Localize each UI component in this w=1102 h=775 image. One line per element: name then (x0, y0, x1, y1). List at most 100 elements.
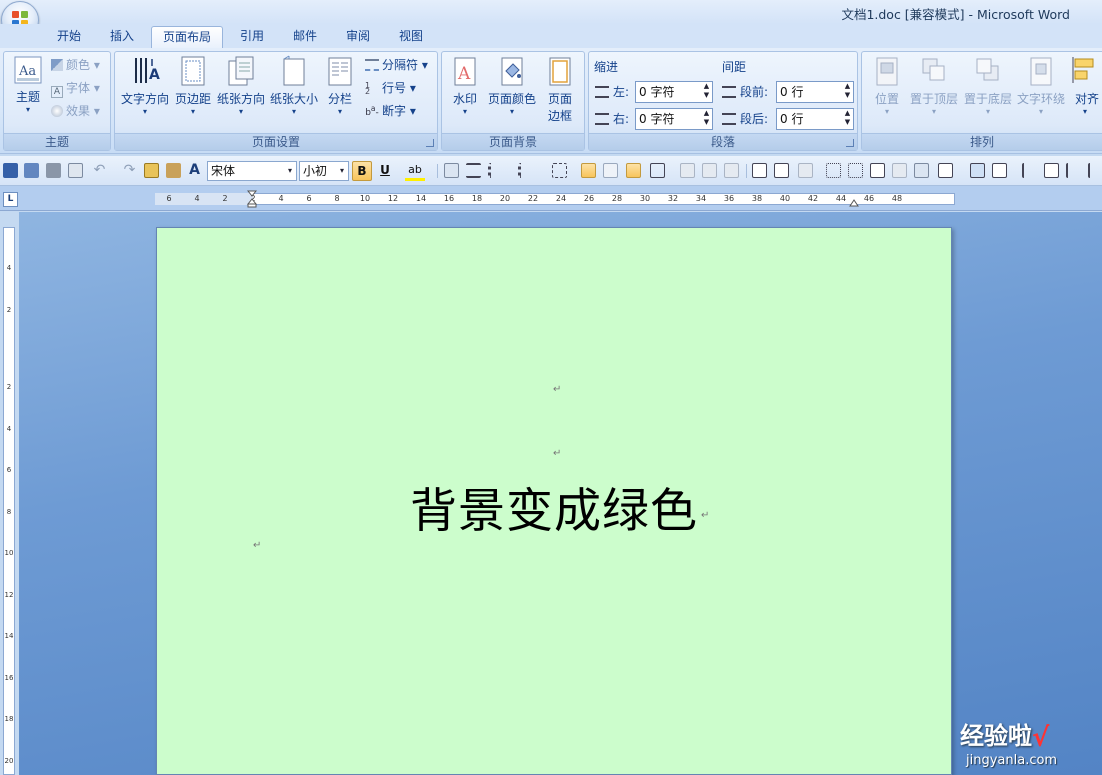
save-as-icon[interactable] (24, 163, 39, 178)
char-border-icon[interactable] (444, 163, 459, 178)
size-button[interactable]: 纸张大小 ▾ (269, 55, 319, 116)
align-button[interactable]: 对齐 ▾ (1069, 55, 1102, 116)
formatting-toolbar: ↶ ↷ A 宋体 ▾ 小初 ▾ B U ab (0, 156, 1102, 186)
ruler-label: 42 (807, 194, 819, 203)
footer-icon[interactable] (774, 163, 789, 178)
spacing-before-input[interactable]: 0 行 ▲ ▼ (776, 81, 854, 103)
bold-button[interactable]: B (352, 161, 372, 181)
paragraph-icon[interactable] (466, 163, 481, 178)
theme-colors-label: 颜色 (66, 58, 91, 72)
numbering-icon[interactable] (518, 163, 533, 178)
indent-icon[interactable] (1066, 163, 1081, 178)
insert-frame-icon[interactable] (680, 163, 695, 178)
columns-button[interactable]: 分栏 ▾ (321, 55, 359, 116)
spacing-after-input[interactable]: 0 行 ▲ ▼ (776, 108, 854, 130)
print-preview-icon[interactable] (68, 163, 83, 178)
textbox-icon[interactable] (870, 163, 885, 178)
borders-icon[interactable] (552, 163, 567, 178)
page-background-group: A 水印 ▾ 页面颜色 ▾ 页面 边框 页面背景 (441, 51, 585, 151)
indent-left-input[interactable]: 0 字符 ▲ ▼ (635, 81, 713, 103)
theme-colors-button[interactable]: 颜色 ▾ (51, 56, 100, 73)
right-indent-marker[interactable] (849, 196, 859, 207)
line-icon[interactable] (1022, 163, 1037, 178)
orientation-button[interactable]: 纸张方向 ▾ (215, 55, 267, 116)
indent-left-label: 左: (595, 83, 629, 100)
bullets-icon[interactable] (488, 163, 503, 178)
format-painter-icon[interactable] (166, 163, 181, 178)
shapes-icon[interactable] (992, 163, 1007, 178)
copy-icon[interactable] (892, 163, 907, 178)
theme-fonts-button[interactable]: A 字体 ▾ (51, 79, 100, 98)
margins-label: 页边距 (174, 92, 211, 106)
theme-effects-button[interactable]: 效果 ▾ (51, 102, 100, 119)
position-button[interactable]: 位置 ▾ (868, 55, 906, 116)
merge-cells-icon[interactable] (848, 163, 863, 178)
tab-insert[interactable]: 插入 (100, 26, 144, 48)
tab-review[interactable]: 审阅 (336, 26, 380, 48)
send-to-back-button[interactable]: 置于底层 ▾ (962, 55, 1014, 116)
center-align-icon[interactable] (626, 163, 641, 178)
show-marks-icon[interactable] (581, 163, 596, 178)
tab-mailings[interactable]: 邮件 (283, 26, 327, 48)
tab-home[interactable]: 开始 (47, 26, 91, 48)
page-setup-group-label: 页面设置 (115, 133, 437, 150)
text-direction-icon: A (135, 58, 160, 83)
font-color-icon[interactable]: A (187, 163, 202, 178)
tab-view[interactable]: 视图 (389, 26, 433, 48)
document-text[interactable]: 背景变成绿色 (410, 472, 698, 541)
underline-button[interactable]: U (375, 161, 395, 181)
paragraph-launcher[interactable] (846, 139, 854, 147)
shape-edit-icon[interactable] (914, 163, 929, 178)
fill-icon[interactable] (938, 163, 953, 178)
draw-table-icon[interactable] (724, 163, 739, 178)
picture-icon[interactable] (970, 163, 985, 178)
columns-icon (328, 57, 352, 86)
table-icon[interactable] (650, 163, 665, 178)
tab-references[interactable]: 引用 (230, 26, 274, 48)
page-color-button[interactable]: 页面颜色 ▾ (486, 55, 538, 116)
indent-right-input[interactable]: 0 字符 ▲ ▼ (635, 108, 713, 130)
indent-left-icon (595, 86, 609, 98)
tab-page-layout[interactable]: 页面布局 (151, 26, 223, 48)
undo-icon[interactable]: ↶ (92, 163, 107, 178)
bring-to-front-button[interactable]: 置于顶层 ▾ (908, 55, 960, 116)
arrange-group: 位置 ▾ 置于顶层 ▾ 置于底层 ▾ 文字环绕 ▾ 对齐 ▾ 排列 (861, 51, 1102, 151)
highlight-button[interactable]: ab (405, 161, 425, 181)
text-wrap-button[interactable]: 文字环绕 ▾ (1015, 55, 1067, 116)
redo-icon[interactable]: ↷ (122, 163, 137, 178)
header-icon[interactable] (752, 163, 767, 178)
wordart-icon[interactable] (1044, 163, 1059, 178)
svg-text:A: A (149, 67, 160, 83)
char-spacing-icon[interactable] (603, 163, 618, 178)
page-setup-launcher[interactable] (426, 139, 434, 147)
position-label: 位置 (874, 92, 899, 106)
page-borders-button[interactable]: 页面 边框 (540, 55, 580, 124)
page-number-icon[interactable] (798, 163, 813, 178)
font-size-combo[interactable]: 小初 ▾ (299, 161, 349, 181)
themes-button[interactable]: Aa 主题 ▾ (8, 55, 48, 114)
indent-right-label: 右: (595, 110, 629, 127)
arrange-group-label: 排列 (862, 133, 1102, 150)
print-icon[interactable] (46, 163, 61, 178)
split-cells-icon[interactable] (826, 163, 841, 178)
font-name-combo[interactable]: 宋体 ▾ (207, 161, 297, 181)
bring-to-front-icon (922, 58, 945, 81)
text-direction-button[interactable]: A 文字方向 ▾ (119, 55, 171, 116)
breaks-button[interactable]: 分隔符 ▾ (365, 56, 428, 73)
margins-button[interactable]: 页边距 ▾ (173, 55, 213, 116)
line-numbers-button[interactable]: 1 2 行号 ▾ (365, 79, 416, 96)
ruler-label: 22 (527, 194, 539, 203)
theme-effects-icon (51, 105, 63, 117)
more-icon[interactable] (1088, 163, 1100, 178)
text-wrap-icon (1030, 57, 1052, 86)
ruler-label: 4 (194, 194, 200, 203)
indent-marker[interactable] (246, 190, 258, 208)
insert-table-icon[interactable] (702, 163, 717, 178)
spacing-before-label: 段前: (722, 83, 768, 100)
ruler-label: 16 (4, 673, 14, 682)
watermark-title: 经验啦√ (960, 722, 1050, 753)
watermark-button[interactable]: A 水印 ▾ (446, 55, 484, 116)
paste-icon[interactable] (144, 163, 159, 178)
save-icon[interactable] (3, 163, 18, 178)
hyphenation-button[interactable]: ba- 断字 ▾ (365, 102, 416, 119)
